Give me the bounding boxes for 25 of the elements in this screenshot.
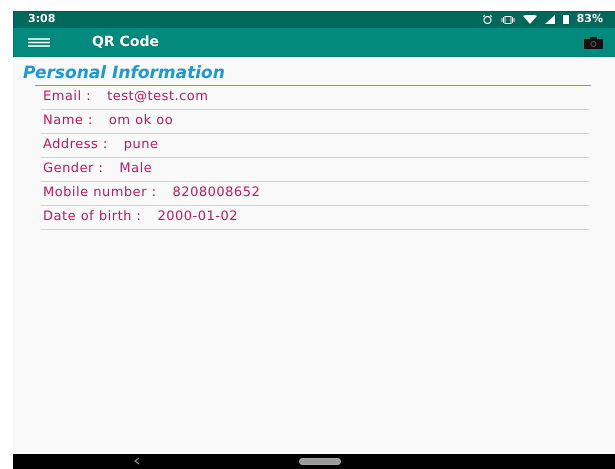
field-label: Gender : (43, 160, 104, 178)
signal-icon (544, 15, 555, 24)
field-label: Name : (43, 112, 93, 130)
alarm-icon (482, 15, 493, 24)
field-label: Mobile number : (43, 184, 157, 202)
home-handle[interactable] (299, 458, 341, 465)
field-value: 2000-01-02 (157, 208, 238, 226)
field-value: 8208008652 (172, 184, 260, 202)
field-value: pune (124, 136, 159, 154)
camera-icon[interactable] (584, 36, 603, 48)
battery-icon (562, 15, 569, 24)
vibrate-icon (500, 16, 515, 24)
field-value: Male (119, 160, 152, 178)
menu-icon[interactable] (28, 38, 50, 47)
back-icon[interactable] (134, 457, 140, 465)
field-value: om ok oo (108, 112, 174, 130)
battery-level: 83% (576, 11, 603, 28)
status-time: 3:08 (28, 11, 56, 28)
app-title: QR Code (92, 33, 159, 52)
field-label: Email : (43, 88, 92, 106)
field-label: Date of birth : (43, 208, 142, 226)
field-label: Address : (43, 136, 108, 154)
wifi-icon (522, 15, 537, 24)
section-title: Personal Information (23, 63, 226, 84)
field-value: test@test.com (107, 88, 208, 106)
